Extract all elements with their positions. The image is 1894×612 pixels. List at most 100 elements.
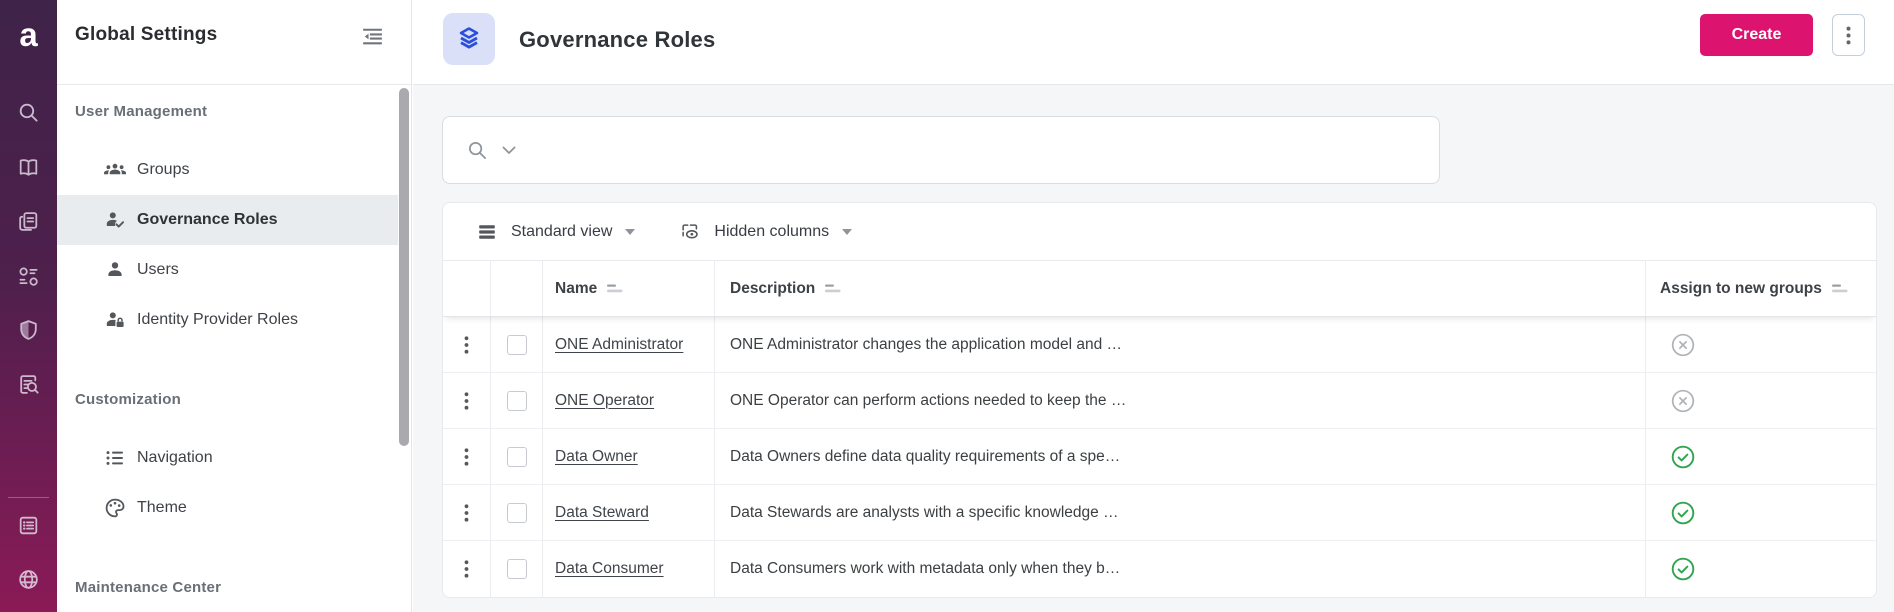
groups-icon bbox=[103, 158, 127, 182]
content-area: Standard view Hidden columns Name Descr bbox=[413, 85, 1894, 612]
governance-roles-entity-icon bbox=[443, 13, 495, 65]
role-name-link[interactable]: Data Owner bbox=[555, 448, 638, 466]
person-lock-icon bbox=[103, 308, 127, 332]
sort-icon[interactable] bbox=[1832, 284, 1848, 294]
row-actions-button[interactable] bbox=[456, 498, 477, 528]
documents-icon[interactable] bbox=[0, 199, 57, 243]
search-icon[interactable] bbox=[0, 90, 57, 134]
sidebar-item-governance-roles[interactable]: Governance Roles bbox=[57, 195, 398, 245]
main-area: Governance Roles Create Standard view Hi… bbox=[413, 0, 1894, 612]
view-selector[interactable]: Standard view bbox=[476, 221, 635, 243]
settings-sidebar: Global Settings User Management Groups Gov… bbox=[57, 0, 412, 612]
globe-icon[interactable] bbox=[0, 557, 57, 601]
role-description: Data Consumers work with metadata only w… bbox=[714, 541, 1645, 597]
row-actions-button[interactable] bbox=[456, 386, 477, 416]
sidebar-item-groups[interactable]: Groups bbox=[57, 145, 398, 195]
table-body: ONE Administrator ONE Administrator chang… bbox=[443, 317, 1876, 597]
sidebar-item-theme[interactable]: Theme bbox=[57, 483, 398, 533]
sidebar-section-customization: CustomizationNavigationTheme bbox=[57, 345, 411, 533]
row-checkbox[interactable] bbox=[507, 335, 527, 355]
profiling-search-icon[interactable] bbox=[0, 362, 57, 406]
dropdown-caret-icon bbox=[842, 229, 852, 235]
sidebar-item-label: Navigation bbox=[137, 449, 213, 467]
hidden-columns-selector[interactable]: Hidden columns bbox=[679, 221, 852, 243]
person-icon bbox=[103, 258, 127, 282]
sort-icon[interactable] bbox=[825, 284, 841, 294]
table-row-data-consumer: Data Consumer Data Consumers work with me… bbox=[443, 541, 1876, 597]
section-label: User Management bbox=[75, 103, 411, 125]
column-header-assign-to-new-groups[interactable]: Assign to new groups bbox=[1645, 261, 1876, 316]
role-description: Data Owners define data quality requirem… bbox=[714, 429, 1645, 484]
role-name-cell: Data Consumer bbox=[542, 541, 714, 597]
table-row-data-owner: Data Owner Data Owners define data qualit… bbox=[443, 429, 1876, 485]
sidebar-item-identity-provider-roles[interactable]: Identity Provider Roles bbox=[57, 295, 398, 345]
sidebar-section-maintenance-center: Maintenance Center bbox=[57, 533, 411, 601]
assign-to-new-groups-cell bbox=[1645, 373, 1876, 428]
row-actions-cell bbox=[443, 541, 490, 597]
app-logo[interactable]: a bbox=[0, 12, 57, 56]
role-name-link[interactable]: Data Steward bbox=[555, 504, 649, 522]
sidebar-item-label: Governance Roles bbox=[137, 211, 278, 229]
role-description: ONE Operator can perform actions needed … bbox=[714, 373, 1645, 428]
row-select-cell bbox=[490, 541, 542, 597]
assign-to-new-groups-cell bbox=[1645, 541, 1876, 597]
row-actions-button[interactable] bbox=[456, 442, 477, 472]
row-select-cell bbox=[490, 373, 542, 428]
header-more-actions-button[interactable] bbox=[1832, 14, 1865, 56]
chevron-down-icon[interactable] bbox=[502, 146, 516, 155]
sidebar-item-navigation[interactable]: Navigation bbox=[57, 433, 398, 483]
role-name-link[interactable]: Data Consumer bbox=[555, 560, 664, 578]
row-actions-cell bbox=[443, 485, 490, 540]
create-button[interactable]: Create bbox=[1700, 14, 1813, 56]
assign-to-new-groups-cell bbox=[1645, 429, 1876, 484]
row-select-cell bbox=[490, 485, 542, 540]
article-list-icon[interactable] bbox=[0, 503, 57, 547]
person-check-icon bbox=[103, 208, 127, 232]
knowledge-book-icon[interactable] bbox=[0, 145, 57, 189]
row-actions-button[interactable] bbox=[456, 554, 477, 584]
sidebar-item-label: Identity Provider Roles bbox=[137, 311, 298, 329]
collapse-sidebar-icon[interactable] bbox=[360, 24, 385, 49]
page-header: Governance Roles Create bbox=[413, 0, 1894, 85]
search-input[interactable] bbox=[530, 117, 1421, 183]
table-row-data-steward: Data Steward Data Stewards are analysts w… bbox=[443, 485, 1876, 541]
section-label: Maintenance Center bbox=[75, 579, 411, 601]
row-actions-cell bbox=[443, 317, 490, 372]
role-name-cell: ONE Operator bbox=[542, 373, 714, 428]
assigned-icon bbox=[1670, 500, 1696, 526]
search-bar bbox=[442, 116, 1440, 184]
role-description: Data Stewards are analysts with a specif… bbox=[714, 485, 1645, 540]
column-header-name[interactable]: Name bbox=[542, 261, 714, 316]
shield-icon[interactable] bbox=[0, 308, 57, 352]
role-name-link[interactable]: ONE Administrator bbox=[555, 336, 683, 354]
assign-to-new-groups-cell bbox=[1645, 317, 1876, 372]
row-checkbox[interactable] bbox=[507, 503, 527, 523]
table-row-one-administrator: ONE Administrator ONE Administrator chang… bbox=[443, 317, 1876, 373]
rail-divider bbox=[8, 497, 49, 498]
not-assigned-icon bbox=[1670, 332, 1696, 358]
row-checkbox[interactable] bbox=[507, 559, 527, 579]
sidebar-item-users[interactable]: Users bbox=[57, 245, 398, 295]
row-checkbox[interactable] bbox=[507, 391, 527, 411]
palette-icon bbox=[103, 496, 127, 520]
row-checkbox[interactable] bbox=[507, 447, 527, 467]
dropdown-caret-icon bbox=[625, 229, 635, 235]
role-name-cell: ONE Administrator bbox=[542, 317, 714, 372]
sort-icon[interactable] bbox=[607, 284, 623, 294]
search-icon bbox=[467, 140, 488, 161]
app-icon-rail: a bbox=[0, 0, 57, 612]
column-header-description[interactable]: Description bbox=[714, 261, 1645, 316]
sidebar-item-label: Users bbox=[137, 261, 179, 279]
sidebar-section-user-management: User Management Groups Governance Roles Use… bbox=[57, 85, 411, 345]
not-assigned-icon bbox=[1670, 388, 1696, 414]
data-catalog-icon[interactable] bbox=[0, 254, 57, 298]
row-select-cell bbox=[490, 429, 542, 484]
sidebar-header: Global Settings bbox=[57, 0, 411, 85]
kebab-icon bbox=[1846, 26, 1851, 45]
role-name-link[interactable]: ONE Operator bbox=[555, 392, 654, 410]
header-actions-column bbox=[443, 261, 490, 316]
role-description: ONE Administrator changes the applicatio… bbox=[714, 317, 1645, 372]
row-actions-button[interactable] bbox=[456, 330, 477, 360]
sidebar-scrollbar[interactable] bbox=[399, 88, 409, 446]
table-toolbar: Standard view Hidden columns bbox=[443, 203, 1876, 261]
